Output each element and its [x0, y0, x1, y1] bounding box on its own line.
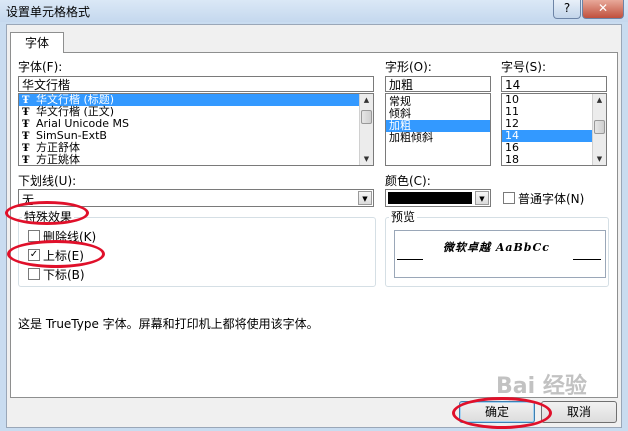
size-list-scrollbar[interactable]: ▲ ▼ — [592, 94, 606, 165]
chevron-down-icon[interactable]: ▼ — [358, 191, 372, 205]
title-bar — [0, 0, 628, 22]
info-text: 这是 TrueType 字体。屏幕和打印机上都将使用该字体。 — [18, 317, 319, 331]
window-title: 设置单元格格式 — [6, 5, 91, 19]
annotation-ellipse-superscript — [7, 240, 105, 268]
size-label: 字号(S): — [501, 60, 547, 74]
font-list[interactable]: Ŧ 华文行楷 (标题) Ŧ 华文行楷 (正文) Ŧ Arial Unicode MS … — [18, 93, 374, 166]
scroll-thumb[interactable] — [594, 120, 605, 134]
font-list-item[interactable]: Ŧ 方正姚体 — [19, 154, 373, 166]
close-button[interactable]: ✕ — [582, 0, 624, 19]
font-input[interactable]: 华文行楷 — [18, 76, 374, 92]
scroll-up-icon[interactable]: ▲ — [360, 94, 373, 106]
preview-title: 预览 — [389, 208, 418, 225]
subscript-checkbox[interactable] — [28, 268, 40, 280]
chevron-down-icon[interactable]: ▼ — [475, 191, 489, 205]
color-label: 颜色(C): — [385, 174, 431, 188]
preview-sample: 微软卓越 AaBbCc — [443, 241, 550, 254]
size-list[interactable]: 10 11 12 14 16 18 ▲ ▼ — [501, 93, 607, 166]
scroll-down-icon[interactable]: ▼ — [593, 153, 606, 165]
cancel-button[interactable]: 取消 — [541, 401, 617, 423]
subscript-label: 下标(B) — [43, 268, 85, 282]
watermark-text: Bai 经验 — [496, 374, 587, 399]
underline-label: 下划线(U): — [18, 174, 77, 188]
style-label: 字形(O): — [385, 60, 432, 74]
tab-font[interactable]: 字体 — [10, 32, 64, 53]
scroll-thumb[interactable] — [361, 110, 372, 124]
preview-baseline-right — [573, 259, 601, 260]
color-swatch — [388, 192, 472, 204]
size-list-item[interactable]: 18 — [502, 154, 606, 166]
size-input[interactable]: 14 — [501, 76, 607, 92]
truetype-icon: Ŧ — [22, 155, 30, 166]
style-list[interactable]: 常规 倾斜 加粗 加粗倾斜 — [385, 93, 491, 166]
annotation-ellipse-effects — [5, 201, 89, 225]
style-input[interactable]: 加粗 — [385, 76, 491, 92]
scroll-down-icon[interactable]: ▼ — [360, 153, 373, 165]
font-label: 字体(F): — [18, 60, 63, 74]
font-list-scrollbar[interactable]: ▲ ▼ — [359, 94, 373, 165]
color-select[interactable]: ▼ — [385, 189, 491, 207]
annotation-ellipse-ok — [452, 397, 552, 429]
scroll-up-icon[interactable]: ▲ — [593, 94, 606, 106]
preview-box: 微软卓越 AaBbCc — [394, 230, 606, 278]
style-list-item[interactable]: 加粗倾斜 — [386, 132, 490, 144]
normal-font-label: 普通字体(N) — [518, 192, 585, 206]
help-button[interactable]: ? — [553, 0, 581, 19]
normal-font-checkbox[interactable] — [503, 192, 515, 204]
preview-baseline-left — [397, 259, 423, 260]
